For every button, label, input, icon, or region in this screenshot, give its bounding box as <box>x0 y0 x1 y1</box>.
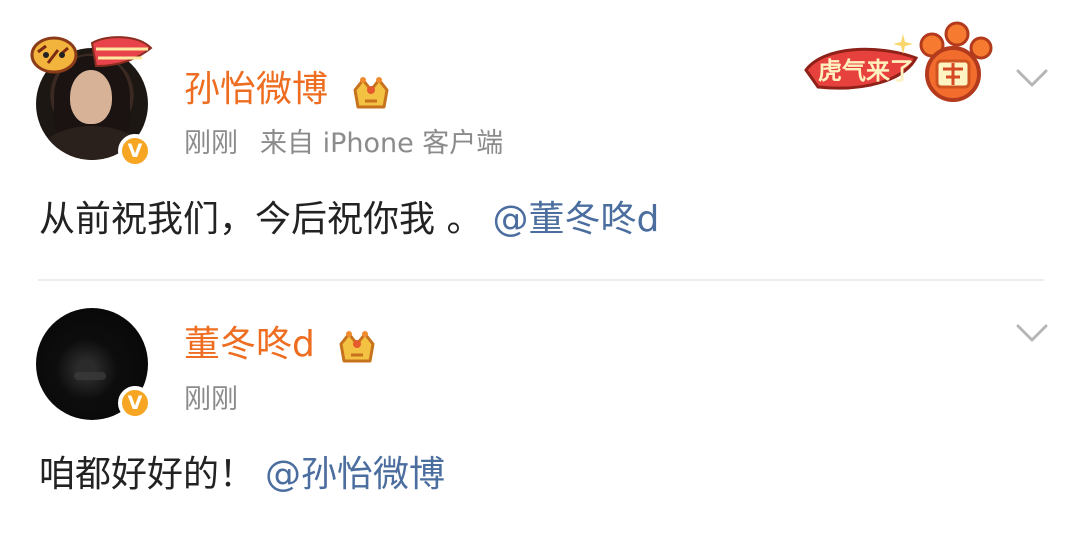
verified-badge-icon: V <box>118 134 152 168</box>
weibo-post: V 董冬咚d 刚刚 咱都好好的！ @孙怡微博 <box>0 281 1080 540</box>
decoration-text: 虎气来了 <box>818 57 914 85</box>
username[interactable]: 孙怡微博 <box>184 68 328 112</box>
post-time: 刚刚 <box>184 128 238 159</box>
avatar-light <box>74 372 106 380</box>
chevron-down-icon[interactable] <box>1012 66 1052 90</box>
mention-link[interactable]: @董冬咚d <box>492 199 659 240</box>
verified-badge-icon: V <box>118 386 152 420</box>
username[interactable]: 董冬咚d <box>184 323 315 367</box>
tiger-paw-decoration-icon: 虎气来了 <box>804 21 993 102</box>
avatar-face <box>70 70 112 124</box>
post-source[interactable]: 来自 iPhone 客户端 <box>260 128 503 159</box>
post-text: 从前祝我们，今后祝你我 。 <box>39 199 483 240</box>
chevron-down-icon[interactable] <box>1012 321 1052 345</box>
weibo-post: V 孙怡微博 刚刚 来自 iPhone 客户端 从前祝我们，今后祝你我 。 @董冬咚… <box>0 0 1080 280</box>
post-meta: 刚刚 来自 iPhone 客户端 <box>184 128 503 160</box>
mention-link[interactable]: @孙怡微博 <box>265 454 445 495</box>
crown-icon <box>353 77 389 109</box>
tiger-avatar-decoration-icon <box>30 36 153 74</box>
post-content: 从前祝我们，今后祝你我 。 @董冬咚d <box>39 196 659 244</box>
crown-icon <box>339 331 375 363</box>
post-text: 咱都好好的！ <box>39 454 256 495</box>
post-content: 咱都好好的！ @孙怡微博 <box>39 451 445 499</box>
post-time: 刚刚 <box>184 384 238 415</box>
post-meta: 刚刚 <box>184 384 260 416</box>
